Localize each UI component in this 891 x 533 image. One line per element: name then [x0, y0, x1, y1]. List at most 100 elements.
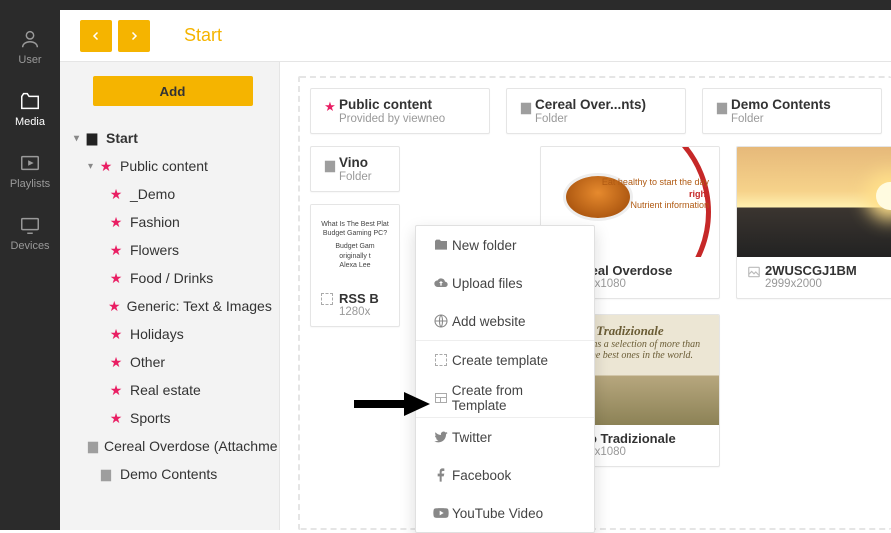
tree-pub-8[interactable]: ★ Sports — [74, 404, 271, 432]
youtube-icon — [430, 505, 452, 521]
menu-label: YouTube Video — [452, 506, 543, 521]
tree-item-label: Holidays — [130, 326, 184, 342]
tree-pub-6[interactable]: ★ Other — [74, 348, 271, 376]
globe-icon — [430, 313, 452, 329]
media-icon — [19, 90, 41, 112]
context-menu: New folder Upload files Add website Crea… — [415, 225, 595, 533]
rail-playlists[interactable]: Playlists — [10, 152, 50, 190]
tree-item-label: Flowers — [130, 242, 179, 258]
upload-icon — [430, 275, 452, 291]
tree-public-label: Public content — [120, 158, 208, 174]
menu-from-template[interactable]: Create from Template — [416, 379, 594, 417]
star-icon: ★ — [108, 354, 124, 371]
star-icon: ★ — [108, 270, 124, 287]
thumb-text: originally t — [321, 252, 389, 261]
menu-label: Create from Template — [452, 383, 580, 413]
rail-media-label: Media — [15, 116, 45, 128]
card-foot-sub: 2999x2000 — [765, 278, 891, 290]
app: User Media Playlists Devices — [0, 10, 891, 530]
rail-devices-label: Devices — [10, 240, 49, 252]
tree-item-label: Other — [130, 354, 165, 370]
rail-playlists-label: Playlists — [10, 178, 50, 190]
tree-pub-3[interactable]: ★ Food / Drinks — [74, 264, 271, 292]
sidebar: Add ▾ ▆ Start ▾ ★ Public content ★_Demo … — [60, 62, 280, 530]
caret-down-icon: ▾ — [88, 161, 98, 172]
folder-icon: ▆ — [88, 438, 98, 454]
thumb-text: Nutrient information — [602, 200, 709, 212]
menu-upload[interactable]: Upload files — [416, 264, 594, 302]
folder-icon: ▆ — [517, 97, 535, 125]
star-icon: ★ — [108, 410, 124, 427]
folder-icon: ▆ — [98, 466, 114, 482]
menu-label: New folder — [452, 238, 517, 253]
card-public[interactable]: ★ Public content Provided by viewneo — [310, 88, 490, 134]
user-icon — [19, 28, 41, 50]
tree-item-label: Real estate — [130, 382, 201, 398]
left-rail: User Media Playlists Devices — [0, 10, 60, 530]
from-template-icon — [430, 393, 452, 403]
menu-new-folder[interactable]: New folder — [416, 226, 594, 264]
tree-folder-1[interactable]: ▆Demo Contents — [74, 460, 271, 488]
add-button[interactable]: Add — [93, 76, 253, 106]
tree-pub-2[interactable]: ★ Flowers — [74, 236, 271, 264]
rail-user[interactable]: User — [18, 28, 41, 66]
card-cereal-folder[interactable]: ▆ Cereal Over...nts) Folder — [506, 88, 686, 134]
card-vino-folder[interactable]: ▆ Vino Folder — [310, 146, 400, 192]
star-icon: ★ — [108, 242, 124, 259]
nav-forward-button[interactable] — [118, 20, 150, 52]
card-rss[interactable]: What Is The Best Plat Budget Gaming PC? … — [310, 204, 400, 327]
tree-public[interactable]: ▾ ★ Public content — [74, 152, 271, 180]
card-foot-title: RSS B — [339, 291, 389, 306]
tree-item-label: Sports — [130, 410, 170, 426]
thumb-text: right — [602, 189, 709, 201]
annotation-arrow — [350, 390, 430, 418]
twitter-icon — [430, 429, 452, 445]
tree-folder-0[interactable]: ▆Cereal Overdose (Attachme — [74, 432, 271, 460]
tree-pub-1[interactable]: ★ Fashion — [74, 208, 271, 236]
menu-label: Create template — [452, 353, 548, 368]
tree-pub-5[interactable]: ★Holidays — [74, 320, 271, 348]
tree-item-label: Fashion — [130, 214, 180, 230]
menu-facebook[interactable]: Facebook — [416, 456, 594, 494]
main: Start Add ▾ ▆ Start ▾ ★ Public content ★… — [60, 10, 891, 530]
folder-icon: ▆ — [321, 155, 339, 183]
menu-youtube[interactable]: YouTube Video — [416, 494, 594, 532]
nav-back-button[interactable] — [80, 20, 112, 52]
tree-pub-0[interactable]: ★ _Demo — [74, 180, 271, 208]
caret-down-icon: ▾ — [74, 133, 84, 144]
menu-website[interactable]: Add website — [416, 302, 594, 340]
folder-icon: ▆ — [84, 130, 100, 146]
window-topbar — [0, 0, 891, 10]
menu-create-template[interactable]: Create template — [416, 341, 594, 379]
tree-pub-7[interactable]: ★ Real estate — [74, 376, 271, 404]
card-subtitle: Provided by viewneo — [339, 113, 445, 125]
card-subtitle: Folder — [731, 113, 831, 125]
thumb-text: Eat healthy to start the day — [602, 177, 709, 189]
card-title: Demo Contents — [731, 97, 831, 112]
breadcrumb[interactable]: Start — [184, 25, 222, 46]
grid-row1: ★ Public content Provided by viewneo ▆ C… — [310, 88, 890, 134]
card-title: Vino — [339, 155, 372, 170]
star-icon: ★ — [108, 186, 124, 203]
tree-item-label: Food / Drinks — [130, 270, 213, 286]
star-icon: ★ — [108, 382, 124, 399]
thumb-text: What Is The Best Plat — [321, 220, 389, 229]
tree-start-label: Start — [106, 130, 138, 146]
tree-item-label: _Demo — [130, 186, 175, 202]
card-sunset[interactable]: 2WUSCGJ1BM 2999x2000 — [736, 146, 891, 299]
menu-label: Add website — [452, 314, 526, 329]
star-icon: ★ — [108, 298, 121, 315]
rail-media[interactable]: Media — [15, 90, 45, 128]
card-subtitle: Folder — [535, 113, 646, 125]
rail-user-label: User — [18, 54, 41, 66]
sunset-thumb — [737, 147, 891, 257]
tree-item-label: Cereal Overdose (Attachme — [104, 438, 278, 454]
menu-twitter[interactable]: Twitter — [416, 418, 594, 456]
tree-pub-4[interactable]: ★Generic: Text & Images — [74, 292, 271, 320]
star-icon: ★ — [108, 214, 124, 231]
thumb-text: Budget Gam — [321, 242, 389, 251]
rail-devices[interactable]: Devices — [10, 214, 49, 252]
create-template-icon — [430, 354, 452, 366]
tree-start[interactable]: ▾ ▆ Start — [74, 124, 271, 152]
card-demo-folder[interactable]: ▆ Demo Contents Folder — [702, 88, 882, 134]
